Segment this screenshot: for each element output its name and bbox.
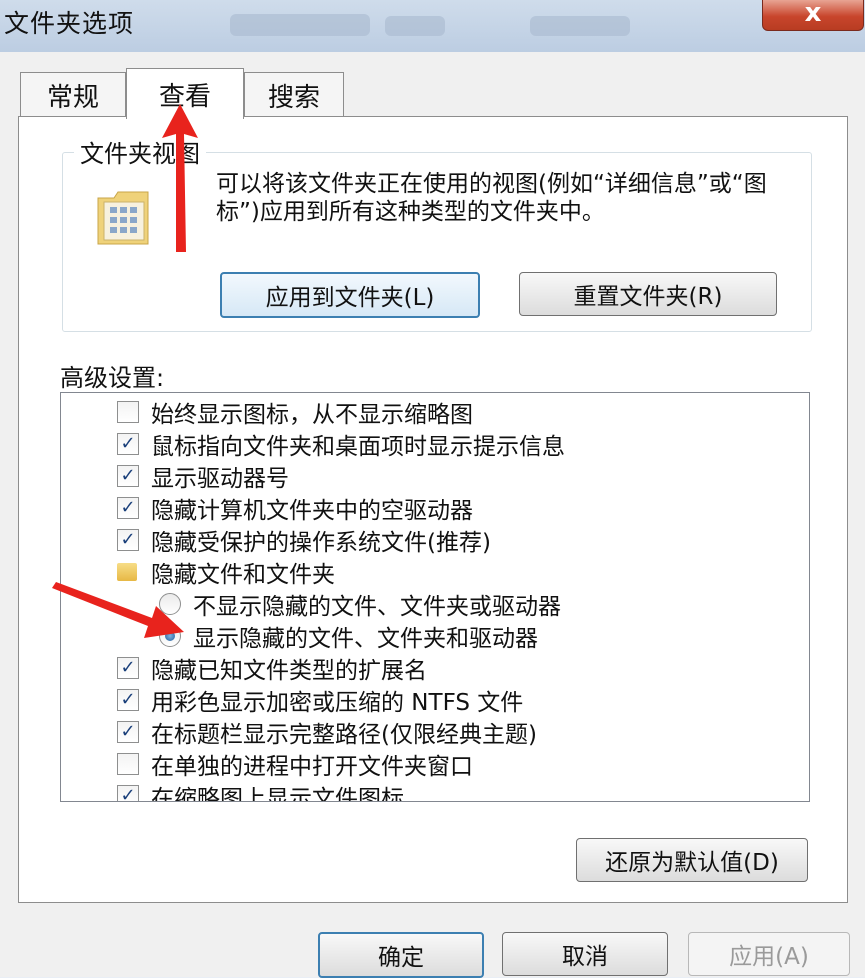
list-item-label: 不显示隐藏的文件、文件夹或驱动器 bbox=[193, 594, 561, 620]
checkbox[interactable]: ✓ bbox=[117, 497, 139, 519]
list-item-label: 始终显示图标，从不显示缩略图 bbox=[151, 402, 473, 428]
tab-general[interactable]: 常规 bbox=[20, 72, 126, 117]
list-item[interactable]: 不显示隐藏的文件、文件夹或驱动器 bbox=[159, 589, 561, 620]
list-item-label: 鼠标指向文件夹和桌面项时显示提示信息 bbox=[151, 434, 565, 460]
folder-view-description: 可以将该文件夹正在使用的视图(例如“详细信息”或“图标”)应用到所有这种类型的文… bbox=[216, 171, 767, 225]
checkbox[interactable]: ✓ bbox=[117, 465, 139, 487]
list-item-label: 隐藏已知文件类型的扩展名 bbox=[151, 658, 427, 684]
checkbox[interactable]: ✓ bbox=[117, 721, 139, 743]
window-title: 文件夹选项 bbox=[4, 9, 135, 38]
checkbox[interactable]: ✓ bbox=[117, 657, 139, 679]
close-button[interactable]: x bbox=[762, 0, 864, 31]
list-item-label: 在单独的进程中打开文件夹窗口 bbox=[151, 754, 473, 780]
list-item[interactable]: 在单独的进程中打开文件夹窗口 bbox=[117, 749, 473, 780]
list-item[interactable]: ✓ 隐藏已知文件类型的扩展名 bbox=[117, 653, 427, 684]
tab-search[interactable]: 搜索 bbox=[244, 72, 344, 117]
reset-folders-button[interactable]: 重置文件夹(R) bbox=[519, 272, 777, 316]
apply-to-folders-button[interactable]: 应用到文件夹(L) bbox=[220, 272, 480, 318]
blurred-background bbox=[530, 16, 630, 36]
list-item-label: 用彩色显示加密或压缩的 NTFS 文件 bbox=[151, 690, 524, 716]
list-item[interactable]: ✓ 在缩略图上显示文件图标 bbox=[117, 781, 404, 802]
red-arrow-icon bbox=[52, 582, 184, 638]
list-item-label: 显示驱动器号 bbox=[151, 466, 289, 492]
list-item[interactable]: ✓ 隐藏受保护的操作系统文件(推荐) bbox=[117, 525, 491, 556]
list-item-label: 显示隐藏的文件、文件夹和驱动器 bbox=[193, 626, 538, 652]
red-arrow-icon bbox=[162, 104, 198, 252]
restore-defaults-button[interactable]: 还原为默认值(D) bbox=[576, 838, 808, 882]
list-item[interactable]: 始终显示图标，从不显示缩略图 bbox=[117, 397, 473, 428]
advanced-settings-label: 高级设置: bbox=[60, 364, 165, 392]
checkbox[interactable]: ✓ bbox=[117, 529, 139, 551]
ok-button[interactable]: 确定 bbox=[318, 932, 484, 978]
blurred-background bbox=[385, 16, 445, 36]
checkbox[interactable]: ✓ bbox=[117, 433, 139, 455]
blurred-background bbox=[230, 14, 370, 36]
list-item[interactable]: ✓ 鼠标指向文件夹和桌面项时显示提示信息 bbox=[117, 429, 565, 460]
list-item[interactable]: ✓ 显示驱动器号 bbox=[117, 461, 289, 492]
list-item[interactable]: 显示隐藏的文件、文件夹和驱动器 bbox=[159, 621, 538, 652]
title-bar: 文件夹选项 x bbox=[0, 0, 865, 52]
checkbox[interactable]: ✓ bbox=[117, 785, 139, 801]
list-item[interactable]: ✓ 用彩色显示加密或压缩的 NTFS 文件 bbox=[117, 685, 524, 716]
list-item-label: 隐藏计算机文件夹中的空驱动器 bbox=[151, 498, 473, 524]
cancel-button[interactable]: 取消 bbox=[502, 932, 668, 976]
list-item[interactable]: ✓ 在标题栏显示完整路径(仅限经典主题) bbox=[117, 717, 537, 748]
apply-button[interactable]: 应用(A) bbox=[688, 932, 850, 976]
checkbox[interactable] bbox=[117, 753, 139, 775]
folder-icon bbox=[117, 563, 137, 581]
checkbox[interactable] bbox=[117, 401, 139, 423]
list-item-label: 在缩略图上显示文件图标 bbox=[151, 786, 404, 802]
checkbox[interactable]: ✓ bbox=[117, 689, 139, 711]
list-item[interactable]: ✓ 隐藏计算机文件夹中的空驱动器 bbox=[117, 493, 473, 524]
list-item-label: 隐藏受保护的操作系统文件(推荐) bbox=[151, 530, 491, 556]
list-item-label: 在标题栏显示完整路径(仅限经典主题) bbox=[151, 722, 537, 748]
folder-view-icon bbox=[97, 191, 149, 245]
